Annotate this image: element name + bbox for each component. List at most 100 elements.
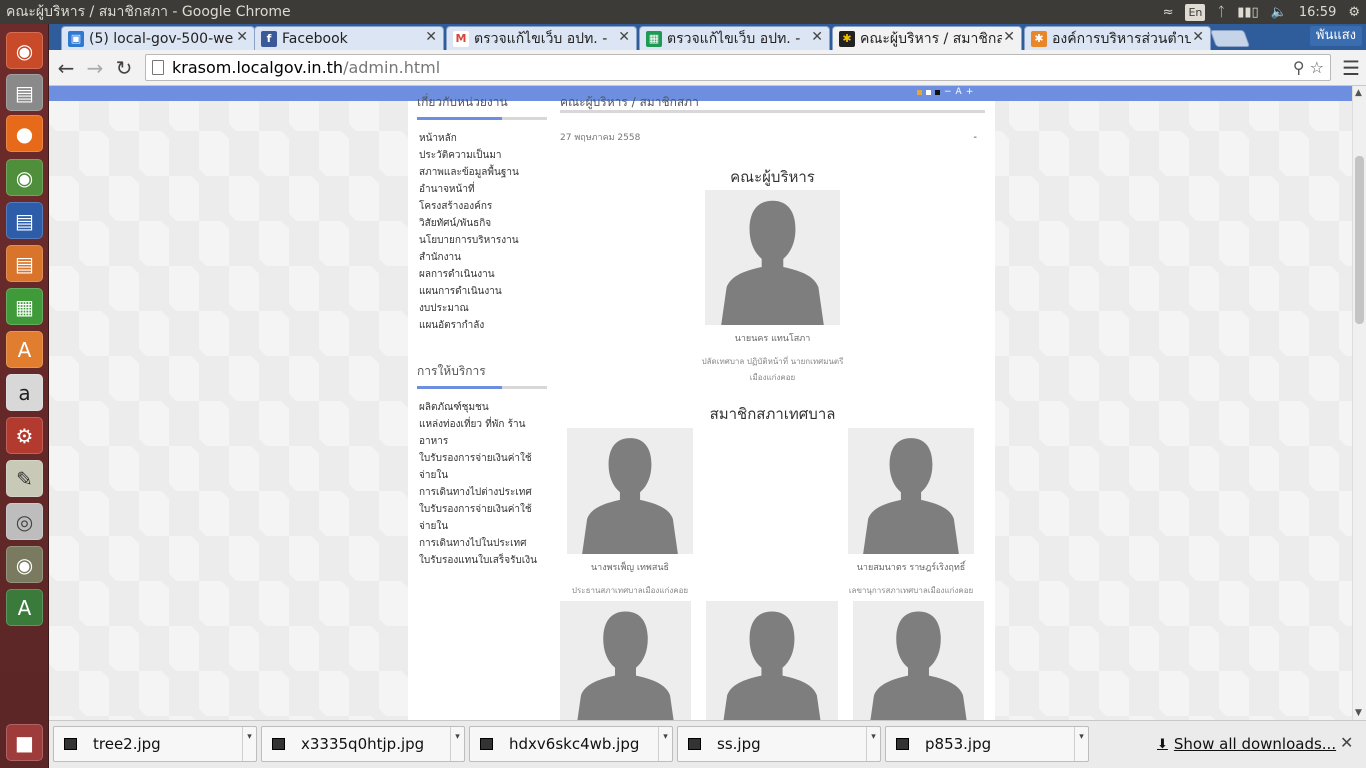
close-icon[interactable]: ✕ [618,29,630,45]
amazon-icon[interactable]: a [6,374,43,411]
sidebar-item[interactable]: แผนอัตรากำลัง [417,317,547,334]
close-icon[interactable]: ✕ [425,29,437,45]
search-icon[interactable]: ⚲ [1293,58,1305,77]
show-all-downloads-link[interactable]: ⬇ Show all downloads... [1157,735,1336,753]
sidebar-item[interactable]: ใบรับรองการจ่ายเงินค่าใช้จ่ายใน [417,501,547,535]
download-item[interactable]: p853.jpg ▾ [885,726,1089,762]
role-line: เมืองแก่งคอย [749,373,796,382]
sidebar-item[interactable]: สภาพและข้อมูลพื้นฐาน [417,164,547,181]
chevron-down-icon[interactable]: ▾ [866,727,880,761]
breadcrumb: คณะผู้บริหาร / สมาชิกสภา [560,93,985,113]
download-item[interactable]: ss.jpg ▾ [677,726,881,762]
update-manager-icon[interactable]: A [6,589,43,626]
sidebar-item[interactable]: การเดินทางไปต่างประเทศ [417,484,547,501]
download-item[interactable]: hdxv6skc4wb.jpg ▾ [469,726,673,762]
sidebar-item[interactable]: แหล่งท่องเที่ยว ที่พัก ร้านอาหาร [417,416,547,450]
sidebar-item[interactable]: งบประมาณ [417,300,547,317]
keyboard-layout-indicator[interactable]: En [1185,3,1206,21]
avatar [705,190,840,325]
download-filename: p853.jpg [925,735,992,753]
tab-active-page[interactable]: ✱ คณะผู้บริหาร / สมาชิกส ✕ [832,26,1022,50]
impress-icon[interactable]: ▤ [6,245,43,282]
system-top-bar: คณะผู้บริหาร / สมาชิกสภา - Google Chrome… [0,0,1366,24]
publish-date: 27 พฤษภาคม 2558 [560,133,641,143]
system-tray: ≈ En ᛏ ▮▮▯ 🔈 16:59 ⚙ [1163,0,1360,24]
tab-facebook[interactable]: f Facebook ✕ [254,26,444,50]
scrollbar-thumb[interactable] [1355,156,1364,324]
omnibox-actions: ⚲ ☆ [1293,55,1324,80]
chevron-down-icon[interactable]: ▾ [658,727,672,761]
page-icon [152,60,164,75]
sidebar-item[interactable]: ใบรับรองแทนใบเสร็จรับเงิน [417,552,547,569]
scroll-down-icon[interactable]: ▼ [1355,708,1362,718]
sidebar-item[interactable]: สำนักงาน [417,249,547,266]
council-person [853,601,984,720]
gear-icon[interactable]: ⚙ [1348,5,1360,20]
chevron-down-icon[interactable]: ▾ [242,727,256,761]
tab-label: องค์การบริหารส่วนตำบ [1052,30,1191,47]
sidebar-item[interactable]: การเดินทางไปในประเทศ [417,535,547,552]
download-filename: x3335q0htjp.jpg [301,735,425,753]
trello-icon: ▣ [68,30,84,47]
chrome-icon[interactable]: ◉ [6,159,43,196]
battery-icon[interactable]: ▮▮▯ [1237,5,1258,20]
avatar [567,428,693,554]
sidebar-item[interactable]: ใบรับรองการจ่ายเงินค่าใช้จ่ายใน [417,450,547,484]
sidebar-item[interactable]: อำนาจหน้าที่ [417,181,547,198]
download-item[interactable]: x3335q0htjp.jpg ▾ [261,726,465,762]
gimp-icon[interactable]: ◉ [6,546,43,583]
text-editor-icon[interactable]: ✎ [6,460,43,497]
star-icon[interactable]: ☆ [1310,58,1324,77]
calc-icon[interactable]: ▦ [6,288,43,325]
hamburger-menu-icon[interactable]: ☰ [1342,56,1360,80]
settings-icon[interactable]: ⚙ [6,417,43,454]
chevron-down-icon[interactable]: ▾ [1074,727,1088,761]
tab-gmail[interactable]: M ตรวจแก้ไขเว็บ อปท. - ✕ [446,26,637,50]
close-icon[interactable]: ✕ [1192,29,1204,45]
sidebar-item[interactable]: ประวัติความเป็นมา [417,147,547,164]
back-button[interactable]: ← [53,56,79,80]
tab-org[interactable]: ✱ องค์การบริหารส่วนตำบ ✕ [1024,26,1211,50]
close-icon[interactable]: ✕ [1340,733,1353,752]
download-filename: tree2.jpg [93,735,161,753]
software-center-icon[interactable]: A [6,331,43,368]
sidebar-heading-about: เกี่ยวกับหน่วยงาน [417,93,547,120]
tab-local-gov[interactable]: ▣ (5) local-gov-500-we ✕ [61,26,255,50]
bluetooth-icon[interactable]: ᛏ [1217,5,1225,20]
volume-icon[interactable]: 🔈 [1271,5,1287,20]
address-bar[interactable]: krasom.localgov.in.th/admin.html ⚲ ☆ [145,54,1331,81]
sidebar-item[interactable]: วิสัยทัศน์/พันธกิจ [417,215,547,232]
collapse-toggle[interactable]: - [973,132,977,143]
url-path: /admin.html [343,58,441,77]
files-icon[interactable]: ▤ [6,74,43,111]
image-file-icon [64,738,77,750]
tab-sheets[interactable]: ▦ ตรวจแก้ไขเว็บ อปท. - ✕ [639,26,830,50]
reload-button[interactable]: ↻ [111,56,137,80]
sidebar-item[interactable]: ผลการดำเนินงาน [417,266,547,283]
sidebar-item[interactable]: ผลิตภัณฑ์ชุมชน [417,399,547,416]
sidebar-item[interactable]: โครงสร้างองค์กร [417,198,547,215]
disc-icon[interactable]: ◎ [6,503,43,540]
firefox-icon[interactable]: ● [6,115,43,152]
clock[interactable]: 16:59 [1299,5,1336,20]
scroll-up-icon[interactable]: ▲ [1355,88,1362,98]
page-viewport: − A + เกี่ยวกับหน่วยงาน หน้าหลัก ประวัติค… [49,86,1366,720]
trash-icon[interactable]: ■ [6,724,43,761]
forward-button[interactable]: → [82,56,108,80]
close-icon[interactable]: ✕ [811,29,823,45]
close-icon[interactable]: ✕ [1003,29,1015,45]
sidebar-item[interactable]: แผนการดำเนินงาน [417,283,547,300]
download-item[interactable]: tree2.jpg ▾ [53,726,257,762]
chevron-down-icon[interactable]: ▾ [450,727,464,761]
wifi-icon[interactable]: ≈ [1163,5,1174,20]
ubuntu-dash-icon[interactable]: ◉ [6,32,43,69]
sidebar-item[interactable]: หน้าหลัก [417,130,547,147]
new-tab-button[interactable] [1209,30,1251,47]
profile-button[interactable]: พันแสง [1309,26,1362,46]
vertical-scrollbar[interactable]: ▲ ▼ [1352,86,1366,720]
sidebar-item[interactable]: นโยบายการบริหารงาน [417,232,547,249]
writer-icon[interactable]: ▤ [6,202,43,239]
close-icon[interactable]: ✕ [236,29,248,45]
exec-section-title: คณะผู้บริหาร [730,168,815,186]
about-menu: หน้าหลัก ประวัติความเป็นมา สภาพและข้อมูลพื… [417,130,547,334]
